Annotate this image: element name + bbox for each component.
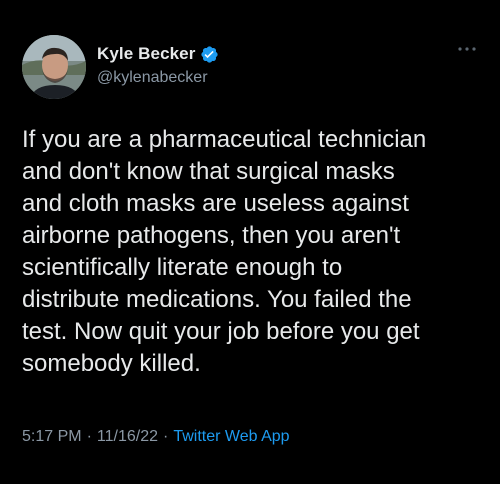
tweet-meta: 5:17 PM · 11/16/22 · Twitter Web App <box>22 428 290 446</box>
tweet-source-link[interactable]: Twitter Web App <box>173 428 289 446</box>
more-horizontal-icon[interactable] <box>456 42 478 54</box>
author-handle[interactable]: @kylenabecker <box>97 69 208 87</box>
author-name[interactable]: Kyle Becker <box>97 44 195 64</box>
tweet-time[interactable]: 5:17 PM <box>22 428 82 446</box>
meta-separator: · <box>163 428 169 445</box>
author-name-row[interactable]: Kyle Becker <box>97 44 219 64</box>
tweet-date[interactable]: 11/16/22 <box>97 428 158 446</box>
avatar-image <box>22 35 86 99</box>
verified-badge-icon <box>200 45 219 64</box>
tweet-text: If you are a pharmaceutical technician a… <box>22 126 427 377</box>
avatar[interactable] <box>22 35 86 99</box>
meta-separator: · <box>86 428 92 445</box>
